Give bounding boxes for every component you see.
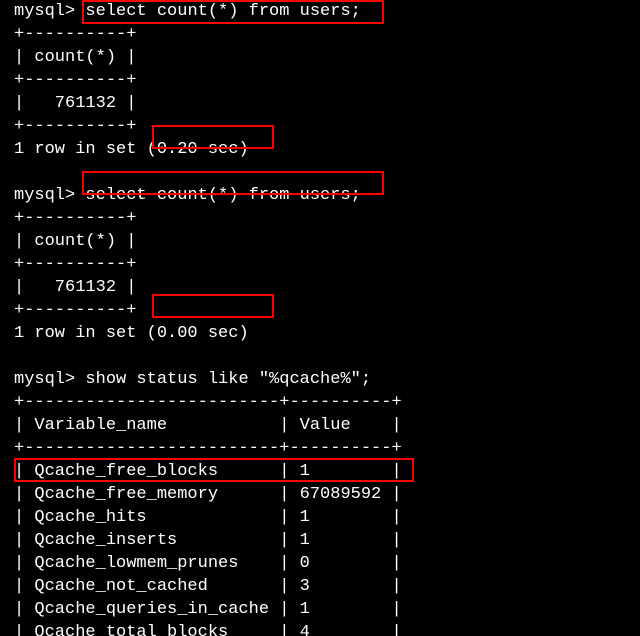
table-row: | 761132 | xyxy=(0,276,640,299)
sql-query: select count(*) from users; xyxy=(85,186,360,205)
table-border: +----------+ xyxy=(0,253,640,276)
table-row: | Qcache_queries_in_cache | 1 | xyxy=(0,598,640,621)
table-row: | Qcache_inserts | 1 | xyxy=(0,529,640,552)
sql-query: show status like "%qcache%"; xyxy=(85,370,371,389)
table-row: | Qcache_not_cached | 3 | xyxy=(0,575,640,598)
table-border: +----------+ xyxy=(0,207,640,230)
table-border: +-------------------------+----------+ xyxy=(0,391,640,414)
mysql-prompt: mysql> xyxy=(14,186,75,205)
table-header: | count(*) | xyxy=(0,46,640,69)
sql-query: select count(*) from users; xyxy=(85,2,360,21)
terminal-window[interactable]: mysql> select count(*) from users; +----… xyxy=(0,0,640,636)
table-row: | Qcache_free_memory | 67089592 | xyxy=(0,483,640,506)
sql-prompt-line: mysql> select count(*) from users; xyxy=(0,0,640,23)
table-border: +----------+ xyxy=(0,23,640,46)
result-summary: 1 row in set (0.20 sec) xyxy=(0,138,640,161)
table-header: | count(*) | xyxy=(0,230,640,253)
query-time: (0.00 sec) xyxy=(147,324,249,343)
table-row: | Qcache_free_blocks | 1 | xyxy=(0,460,640,483)
table-row: | 761132 | xyxy=(0,92,640,115)
table-border: +----------+ xyxy=(0,115,640,138)
sql-prompt-line: mysql> show status like "%qcache%"; xyxy=(0,368,640,391)
table-row: | Qcache_lowmem_prunes | 0 | xyxy=(0,552,640,575)
result-summary: 1 row in set (0.00 sec) xyxy=(0,322,640,345)
query-time: (0.20 sec) xyxy=(147,140,249,159)
blank-line xyxy=(0,161,640,184)
mysql-prompt: mysql> xyxy=(14,370,75,389)
table-row: | Qcache_total_blocks | 4 | xyxy=(0,621,640,636)
table-row: | Qcache_hits | 1 | xyxy=(0,506,640,529)
mysql-prompt: mysql> xyxy=(14,2,75,21)
table-border: +----------+ xyxy=(0,69,640,92)
sql-prompt-line: mysql> select count(*) from users; xyxy=(0,184,640,207)
table-border: +----------+ xyxy=(0,299,640,322)
blank-line xyxy=(0,345,640,368)
table-header: | Variable_name | Value | xyxy=(0,414,640,437)
table-border: +-------------------------+----------+ xyxy=(0,437,640,460)
